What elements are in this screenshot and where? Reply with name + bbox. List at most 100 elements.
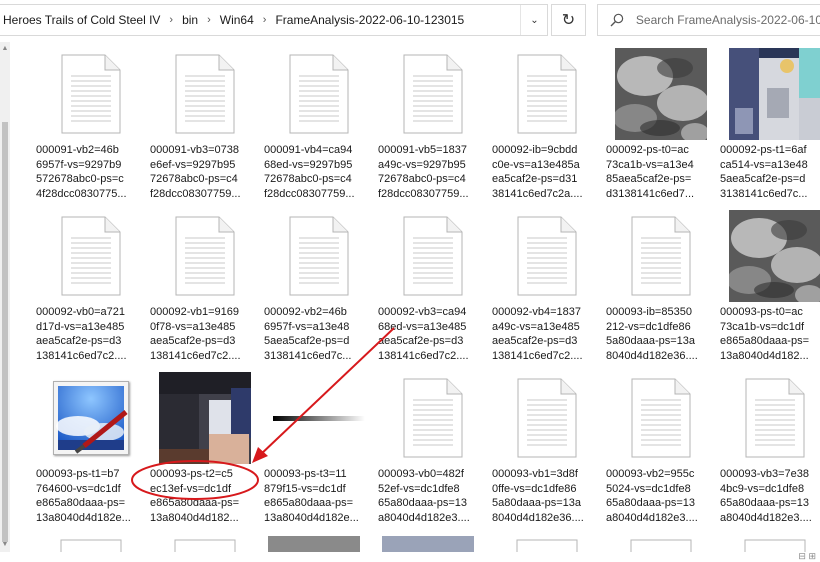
file-thumbnail[interactable] — [34, 370, 148, 466]
file-name: 000091-vb3=0738 e6ef-vs=9297b95 72678abc… — [150, 144, 241, 200]
file-item[interactable]: 000093-vb3=7e38 4bc9-vs=dc1dfe8 65a80daa… — [718, 368, 820, 530]
file-item[interactable]: 000093-ps-t1=b7 764600-vs=dc1df e865a80d… — [34, 368, 148, 530]
document-icon — [517, 216, 577, 296]
document-icon — [61, 54, 121, 134]
file-item[interactable]: 000092-ib=9cbdd c0e-vs=a13e485a ea5caf2e… — [490, 44, 604, 206]
file-thumbnail[interactable] — [718, 370, 820, 466]
partial-thumbnails — [60, 536, 806, 552]
file-item[interactable]: 000093-ps-t0=ac 73ca1b-vs=dc1df e865a80d… — [718, 206, 820, 368]
chevron-right-icon[interactable]: › — [201, 14, 217, 26]
document-icon — [631, 216, 691, 296]
file-thumbnail[interactable] — [148, 370, 262, 466]
address-bar[interactable]: Heroes Trails of Cold Steel IV › bin › W… — [0, 4, 548, 36]
file-item[interactable]: 000093-vb1=3d8f 0ffe-vs=dc1dfe86 5a80daa… — [490, 368, 604, 530]
chevron-down-icon: ⌄ — [530, 14, 539, 26]
breadcrumb-item[interactable]: FrameAnalysis-2022-06-10-123015 — [272, 13, 467, 27]
document-icon — [61, 216, 121, 296]
chevron-right-icon[interactable]: › — [257, 14, 273, 26]
file-name: 000093-vb1=3d8f 0ffe-vs=dc1dfe86 5a80daa… — [492, 468, 584, 524]
file-thumbnail[interactable] — [490, 46, 604, 142]
texture-thumbnail — [615, 48, 707, 140]
search-box[interactable]: Search FrameAnalysis-2022-06-10-... — [597, 4, 820, 36]
file-thumbnail[interactable] — [34, 46, 148, 142]
file-name: 000093-ps-t0=ac 73ca1b-vs=dc1df e865a80d… — [720, 306, 809, 362]
file-item[interactable]: 000093-ps-t2=c5 ec13ef-vs=dc1df e865a80d… — [148, 368, 262, 530]
file-name: 000091-vb5=1837 a49c-vs=9297b95 72678abc… — [378, 144, 469, 200]
file-name: 000093-vb2=955c 5024-vs=dc1dfe8 65a80daa… — [606, 468, 698, 524]
document-icon — [517, 54, 577, 134]
file-name: 000093-vb3=7e38 4bc9-vs=dc1dfe8 65a80daa… — [720, 468, 812, 524]
file-item[interactable]: 000092-ps-t1=6af ca514-vs=a13e48 5aea5ca… — [718, 44, 820, 206]
breadcrumb: Heroes Trails of Cold Steel IV › bin › W… — [0, 5, 467, 35]
chevron-right-icon[interactable]: › — [163, 14, 179, 26]
scroll-down-icon[interactable]: ▼ — [0, 540, 10, 550]
breadcrumb-item[interactable]: Heroes Trails of Cold Steel IV — [0, 13, 163, 27]
document-icon — [403, 378, 463, 458]
file-item[interactable]: 000093-ib=85350 212-vs=dc1dfe86 5a80daaa… — [604, 206, 718, 368]
refresh-icon: ↻ — [561, 12, 576, 29]
file-item[interactable]: 000091-vb5=1837 a49c-vs=9297b95 72678abc… — [376, 44, 490, 206]
gradient-thumbnail — [273, 415, 365, 421]
file-name: 000092-vb0=a721 d17d-vs=a13e485 aea5caf2… — [36, 306, 127, 362]
vertical-scrollbar[interactable]: ▲ ▼ — [0, 42, 10, 552]
file-name: 000093-ps-t2=c5 ec13ef-vs=dc1df e865a80d… — [150, 468, 239, 524]
file-name: 000093-ps-t3=11 879f15-vs=dc1df e865a80d… — [264, 468, 359, 524]
search-input[interactable]: Search FrameAnalysis-2022-06-10-... — [636, 13, 820, 27]
file-name: 000093-ib=85350 212-vs=dc1dfe86 5a80daaa… — [606, 306, 698, 362]
file-item[interactable]: 000092-vb0=a721 d17d-vs=a13e485 aea5caf2… — [34, 206, 148, 368]
file-item[interactable]: 000093-vb0=482f 52ef-vs=dc1dfe8 65a80daa… — [376, 368, 490, 530]
file-name: 000092-vb4=1837 a49c-vs=a13e485 aea5caf2… — [492, 306, 583, 362]
file-thumbnail[interactable] — [262, 370, 376, 466]
scroll-thumb[interactable] — [2, 122, 8, 542]
texture-thumbnail — [729, 48, 820, 140]
file-item[interactable]: 000093-vb2=955c 5024-vs=dc1dfe8 65a80daa… — [604, 368, 718, 530]
file-item[interactable]: 000091-vb3=0738 e6ef-vs=9297b95 72678abc… — [148, 44, 262, 206]
file-item[interactable]: 000093-ps-t3=11 879f15-vs=dc1df e865a80d… — [262, 368, 376, 530]
file-thumbnail[interactable] — [604, 370, 718, 466]
file-view: 000091-vb2=46b 6957f-vs=9297b9 572678abc… — [10, 42, 820, 552]
file-name: 000091-vb4=ca94 68ed-vs=9297b95 72678abc… — [264, 144, 355, 200]
document-icon — [517, 378, 577, 458]
file-name: 000092-ps-t0=ac 73ca1b-vs=a13e4 85aea5ca… — [606, 144, 695, 200]
file-item[interactable]: 000092-vb2=46b 6957f-vs=a13e48 5aea5caf2… — [262, 206, 376, 368]
file-thumbnail[interactable] — [262, 46, 376, 142]
file-item[interactable]: 000092-vb1=9169 0f78-vs=a13e485 aea5caf2… — [148, 206, 262, 368]
toolbar: Heroes Trails of Cold Steel IV › bin › W… — [0, 0, 820, 42]
file-item[interactable]: 000092-vb4=1837 a49c-vs=a13e485 aea5caf2… — [490, 206, 604, 368]
document-icon — [631, 378, 691, 458]
file-thumbnail[interactable] — [262, 208, 376, 304]
file-name: 000093-ps-t1=b7 764600-vs=dc1df e865a80d… — [36, 468, 131, 524]
file-thumbnail[interactable] — [376, 46, 490, 142]
scroll-up-icon[interactable]: ▲ — [0, 44, 10, 54]
view-toggle-icon[interactable]: ⊟ ⊞ — [798, 551, 816, 562]
file-thumbnail[interactable] — [376, 370, 490, 466]
file-name: 000092-ps-t1=6af ca514-vs=a13e48 5aea5ca… — [720, 144, 808, 200]
file-thumbnail[interactable] — [376, 208, 490, 304]
file-thumbnail[interactable] — [148, 46, 262, 142]
texture-thumbnail — [159, 372, 251, 464]
file-item[interactable]: 000092-vb3=ca94 68ed-vs=a13e485 aea5caf2… — [376, 206, 490, 368]
document-icon — [289, 54, 349, 134]
search-icon — [610, 13, 624, 27]
file-thumbnail[interactable] — [34, 208, 148, 304]
breadcrumb-item[interactable]: Win64 — [217, 13, 257, 27]
document-icon — [175, 216, 235, 296]
file-thumbnail[interactable] — [604, 46, 718, 142]
file-item[interactable]: 000091-vb4=ca94 68ed-vs=9297b95 72678abc… — [262, 44, 376, 206]
file-name: 000092-vb2=46b 6957f-vs=a13e48 5aea5caf2… — [264, 306, 352, 362]
address-dropdown-button[interactable]: ⌄ — [520, 5, 548, 35]
file-name: 000093-vb0=482f 52ef-vs=dc1dfe8 65a80daa… — [378, 468, 470, 524]
file-thumbnail[interactable] — [604, 208, 718, 304]
document-icon — [403, 54, 463, 134]
breadcrumb-item[interactable]: bin — [179, 13, 201, 27]
file-thumbnail[interactable] — [718, 208, 820, 304]
file-thumbnail[interactable] — [490, 208, 604, 304]
file-thumbnail[interactable] — [490, 370, 604, 466]
file-item[interactable]: 000092-ps-t0=ac 73ca1b-vs=a13e4 85aea5ca… — [604, 44, 718, 206]
document-icon — [289, 216, 349, 296]
file-item[interactable]: 000091-vb2=46b 6957f-vs=9297b9 572678abc… — [34, 44, 148, 206]
file-thumbnail[interactable] — [718, 46, 820, 142]
refresh-button[interactable]: ↻ — [551, 4, 586, 36]
file-thumbnail[interactable] — [148, 208, 262, 304]
document-icon — [175, 54, 235, 134]
